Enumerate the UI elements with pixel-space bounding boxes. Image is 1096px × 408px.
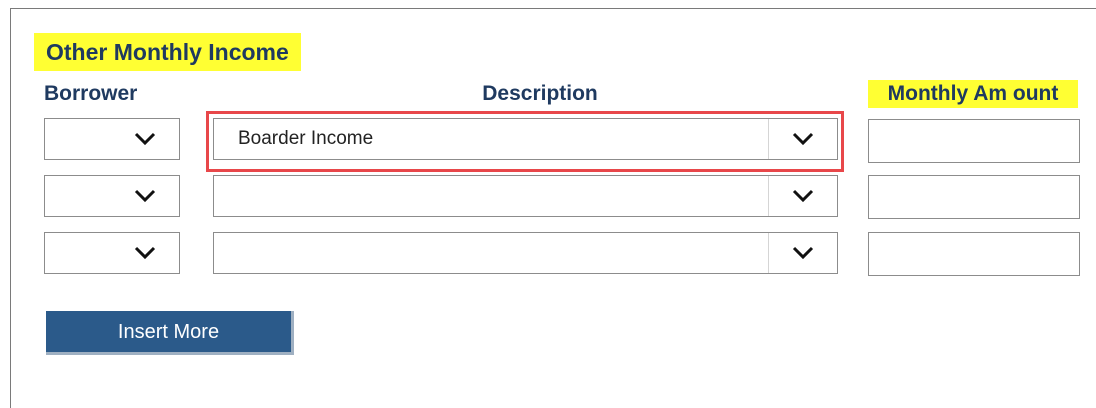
chevron-down-icon[interactable] (768, 233, 837, 273)
chevron-down-icon[interactable] (111, 176, 179, 216)
chevron-down-icon[interactable] (768, 119, 837, 159)
borrower-select-row-1[interactable] (44, 118, 180, 160)
borrower-select-row-2[interactable] (44, 175, 180, 217)
description-select-value: Boarder Income (238, 128, 374, 149)
description-select-row-1[interactable]: Boarder Income (213, 118, 838, 160)
chevron-down-icon[interactable] (111, 233, 179, 273)
column-header-description: Description (482, 82, 598, 105)
description-select-row-3[interactable] (213, 232, 838, 274)
chevron-down-icon[interactable] (768, 176, 837, 216)
section-title: Other Monthly Income (34, 33, 301, 71)
column-header-monthly-amount: Monthly Am ount (868, 80, 1078, 108)
column-header-borrower: Borrower (44, 82, 138, 105)
monthly-amount-input-row-1[interactable] (868, 119, 1080, 163)
description-select-row-2[interactable] (213, 175, 838, 217)
chevron-down-icon[interactable] (111, 119, 179, 159)
monthly-amount-input-row-3[interactable] (868, 232, 1080, 276)
borrower-select-row-3[interactable] (44, 232, 180, 274)
insert-more-button[interactable]: Insert More (46, 311, 294, 355)
monthly-amount-input-row-2[interactable] (868, 175, 1080, 219)
